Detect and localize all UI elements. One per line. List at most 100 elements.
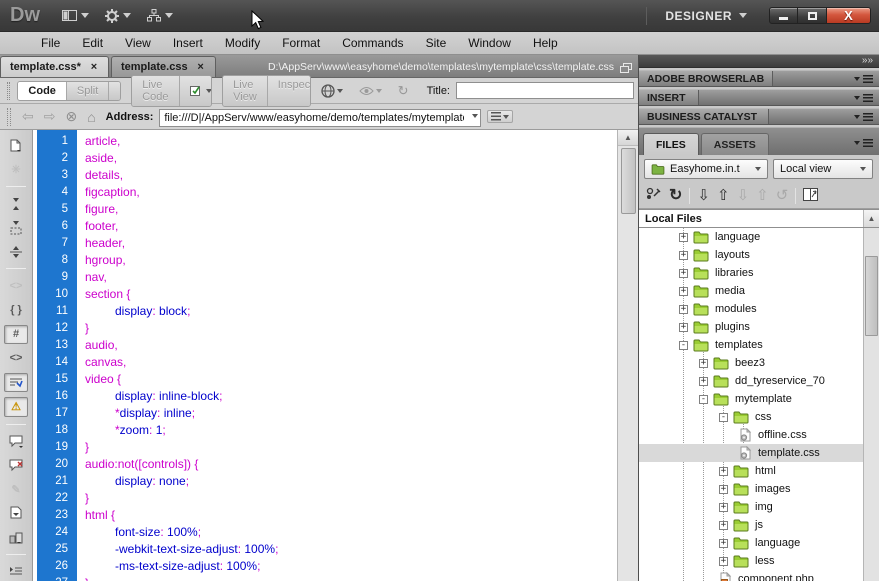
tree-item-less[interactable]: + less: [639, 552, 863, 570]
connect-to-remote-icon[interactable]: [646, 187, 662, 204]
maximize-button[interactable]: [798, 7, 827, 24]
code-view[interactable]: 1article,2aside,3details,4figcaption,5fi…: [33, 130, 617, 581]
tree-item-templates[interactable]: - templates: [639, 336, 863, 354]
move-or-convert-css-button[interactable]: [4, 528, 28, 547]
close-tab-icon[interactable]: ×: [196, 61, 206, 73]
expand-icon[interactable]: +: [719, 557, 728, 566]
check-browser-compat-button[interactable]: [180, 76, 213, 106]
menu-help[interactable]: Help: [522, 33, 569, 53]
recent-snippets-button[interactable]: [4, 504, 28, 523]
code-line[interactable]: 7header,: [33, 235, 617, 252]
tree-item-js[interactable]: + js: [639, 516, 863, 534]
browser-list-button[interactable]: [487, 110, 513, 123]
tree-item-language[interactable]: + language: [639, 534, 863, 552]
collapse-full-tag-button[interactable]: [4, 194, 28, 213]
expand-icon[interactable]: +: [679, 251, 688, 260]
tree-item-language[interactable]: + language: [639, 228, 863, 246]
apply-comment-button[interactable]: [4, 432, 28, 451]
menu-modify[interactable]: Modify: [214, 33, 271, 53]
refresh-design-view-button[interactable]: ↻: [392, 82, 415, 99]
code-line[interactable]: 13audio,: [33, 337, 617, 354]
synchronize-icon[interactable]: ↺: [776, 188, 789, 203]
scrollbar-thumb[interactable]: [865, 256, 878, 336]
code-scrollbar[interactable]: ▲: [617, 130, 638, 581]
tree-item-layouts[interactable]: + layouts: [639, 246, 863, 264]
restore-window-icon[interactable]: [620, 63, 632, 74]
layout-switcher-button[interactable]: [54, 7, 97, 24]
syntax-error-alerts-button[interactable]: ⚠: [4, 397, 28, 416]
tab-files[interactable]: FILES: [643, 133, 699, 155]
code-line[interactable]: 17 *display: inline;: [33, 405, 617, 422]
panel-adobe-browserlab[interactable]: ADOBE BROWSERLAB: [639, 70, 879, 87]
menu-window[interactable]: Window: [457, 33, 522, 53]
tree-item-media[interactable]: + media: [639, 282, 863, 300]
dock-collapse-bar[interactable]: »»: [639, 55, 879, 68]
address-input[interactable]: [159, 109, 481, 127]
collapse-icon[interactable]: -: [719, 413, 728, 422]
code-line[interactable]: 16 display: inline-block;: [33, 388, 617, 405]
refresh-icon[interactable]: ↻: [669, 188, 682, 203]
toolbar-grip[interactable]: [7, 108, 11, 126]
tree-item-dd-tyreservice-70[interactable]: + dd_tyreservice_70: [639, 372, 863, 390]
balance-braces-button[interactable]: { }: [4, 300, 28, 319]
menu-file[interactable]: File: [30, 33, 71, 53]
panel-menu-button[interactable]: [854, 75, 879, 83]
expand-icon[interactable]: +: [679, 305, 688, 314]
tab-template-css-modified[interactable]: template.css* ×: [0, 56, 109, 77]
tab-template-css[interactable]: template.css ×: [111, 56, 216, 77]
address-dropdown-icon[interactable]: [472, 114, 478, 118]
expand-icon[interactable]: +: [699, 359, 708, 368]
menu-commands[interactable]: Commands: [331, 33, 414, 53]
live-code-button[interactable]: Live Code: [132, 76, 179, 106]
expand-icon[interactable]: +: [719, 485, 728, 494]
stop-icon[interactable]: ⊗: [63, 108, 79, 125]
line-numbers-button[interactable]: #: [4, 325, 28, 344]
scroll-up-arrow[interactable]: ▲: [618, 130, 638, 146]
expand-icon[interactable]: +: [679, 287, 688, 296]
open-documents-button[interactable]: [4, 136, 28, 155]
get-file-icon[interactable]: ⇩: [697, 188, 710, 203]
panel-menu-button[interactable]: [854, 139, 879, 147]
code-view-button[interactable]: Code: [18, 82, 67, 100]
code-line[interactable]: 11 display: block;: [33, 303, 617, 320]
code-line[interactable]: 14canvas,: [33, 354, 617, 371]
menu-site[interactable]: Site: [415, 33, 458, 53]
panel-insert[interactable]: INSERT: [639, 89, 879, 106]
close-tab-icon[interactable]: ×: [89, 61, 99, 73]
check-in-file-icon[interactable]: ⇧: [756, 188, 769, 203]
code-line[interactable]: 25 -webkit-text-size-adjust: 100%;: [33, 541, 617, 558]
panel-menu-button[interactable]: [854, 113, 879, 121]
tree-item-images[interactable]: + images: [639, 480, 863, 498]
code-line[interactable]: 22}: [33, 490, 617, 507]
site-menu-button[interactable]: [139, 6, 181, 25]
tree-item-template-css[interactable]: template.css: [639, 444, 863, 462]
forward-icon[interactable]: ⇨: [42, 108, 58, 125]
tab-assets[interactable]: ASSETS: [701, 133, 769, 155]
panel-business-catalyst[interactable]: BUSINESS CATALYST: [639, 108, 879, 125]
code-line[interactable]: 2aside,: [33, 150, 617, 167]
code-line[interactable]: 23html {: [33, 507, 617, 524]
expand-icon[interactable]: +: [719, 521, 728, 530]
home-icon[interactable]: ⌂: [85, 109, 97, 125]
expand-icon[interactable]: +: [679, 233, 688, 242]
expand-icon[interactable]: +: [699, 377, 708, 386]
tree-item-offline-css[interactable]: offline.css: [639, 426, 863, 444]
code-line[interactable]: 6footer,: [33, 218, 617, 235]
code-line[interactable]: 21 display: none;: [33, 473, 617, 490]
collapse-selection-button[interactable]: [4, 218, 28, 237]
code-line[interactable]: 20audio:not([controls]) {: [33, 456, 617, 473]
collapse-icon[interactable]: -: [699, 395, 708, 404]
view-mode-dropdown[interactable]: Local view: [773, 159, 873, 179]
expand-icon[interactable]: +: [719, 467, 728, 476]
menu-insert[interactable]: Insert: [162, 33, 214, 53]
indent-code-button[interactable]: [4, 562, 28, 581]
code-line[interactable]: 15video {: [33, 371, 617, 388]
check-out-file-icon[interactable]: ⇩: [737, 188, 750, 203]
code-line[interactable]: 18 *zoom: 1;: [33, 422, 617, 439]
expand-icon[interactable]: +: [719, 503, 728, 512]
scrollbar-thumb[interactable]: [621, 148, 636, 214]
tree-item-img[interactable]: + img: [639, 498, 863, 516]
minimize-button[interactable]: [769, 7, 798, 24]
wrap-tag-button[interactable]: ✎: [4, 480, 28, 499]
design-view-button[interactable]: Design: [109, 82, 121, 100]
